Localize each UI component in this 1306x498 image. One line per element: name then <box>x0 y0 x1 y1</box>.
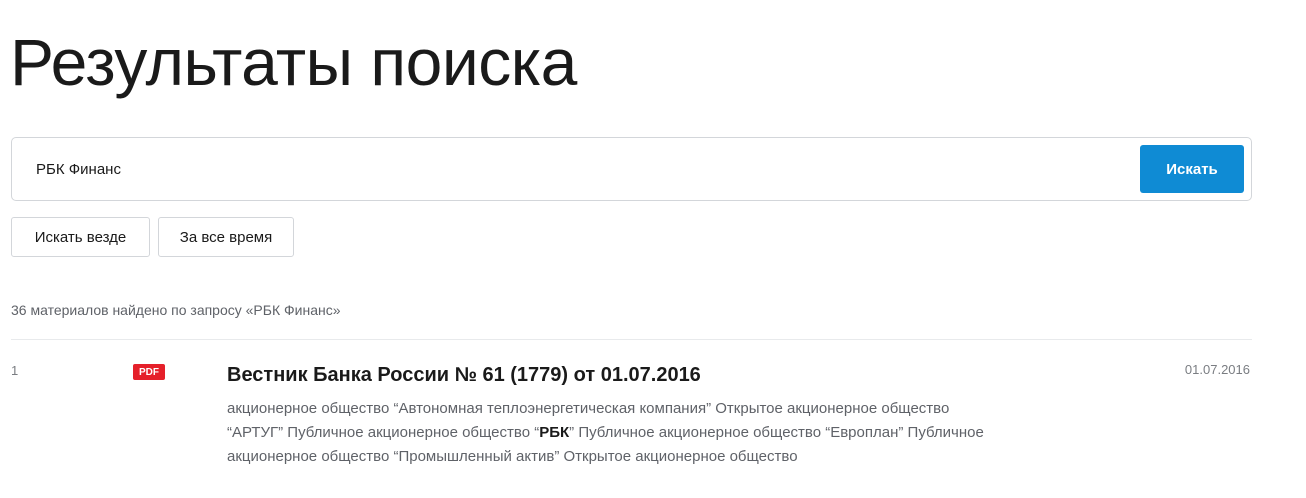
search-results-page: Результаты поиска Искать Искать везде За… <box>0 0 1306 498</box>
search-input[interactable] <box>36 138 1116 200</box>
pdf-icon: PDF <box>133 364 165 380</box>
search-scope-filter[interactable]: Искать везде <box>11 217 150 257</box>
time-range-filter[interactable]: За все время <box>158 217 294 257</box>
search-button[interactable]: Искать <box>1140 145 1244 193</box>
results-count: 36 материалов найдено по запросу «РБК Фи… <box>11 302 341 318</box>
result-snippet: акционерное общество “Автономная теплоэн… <box>227 397 1007 469</box>
divider <box>11 339 1252 340</box>
result-index: 1 <box>11 363 19 378</box>
snippet-highlight: РБК <box>539 424 570 441</box>
result-date: 01.07.2016 <box>1184 362 1250 377</box>
page-title: Результаты поиска <box>10 25 577 99</box>
search-bar: Искать <box>11 137 1252 201</box>
result-title-link[interactable]: Вестник Банка России № 61 (1779) от 01.0… <box>227 364 701 387</box>
